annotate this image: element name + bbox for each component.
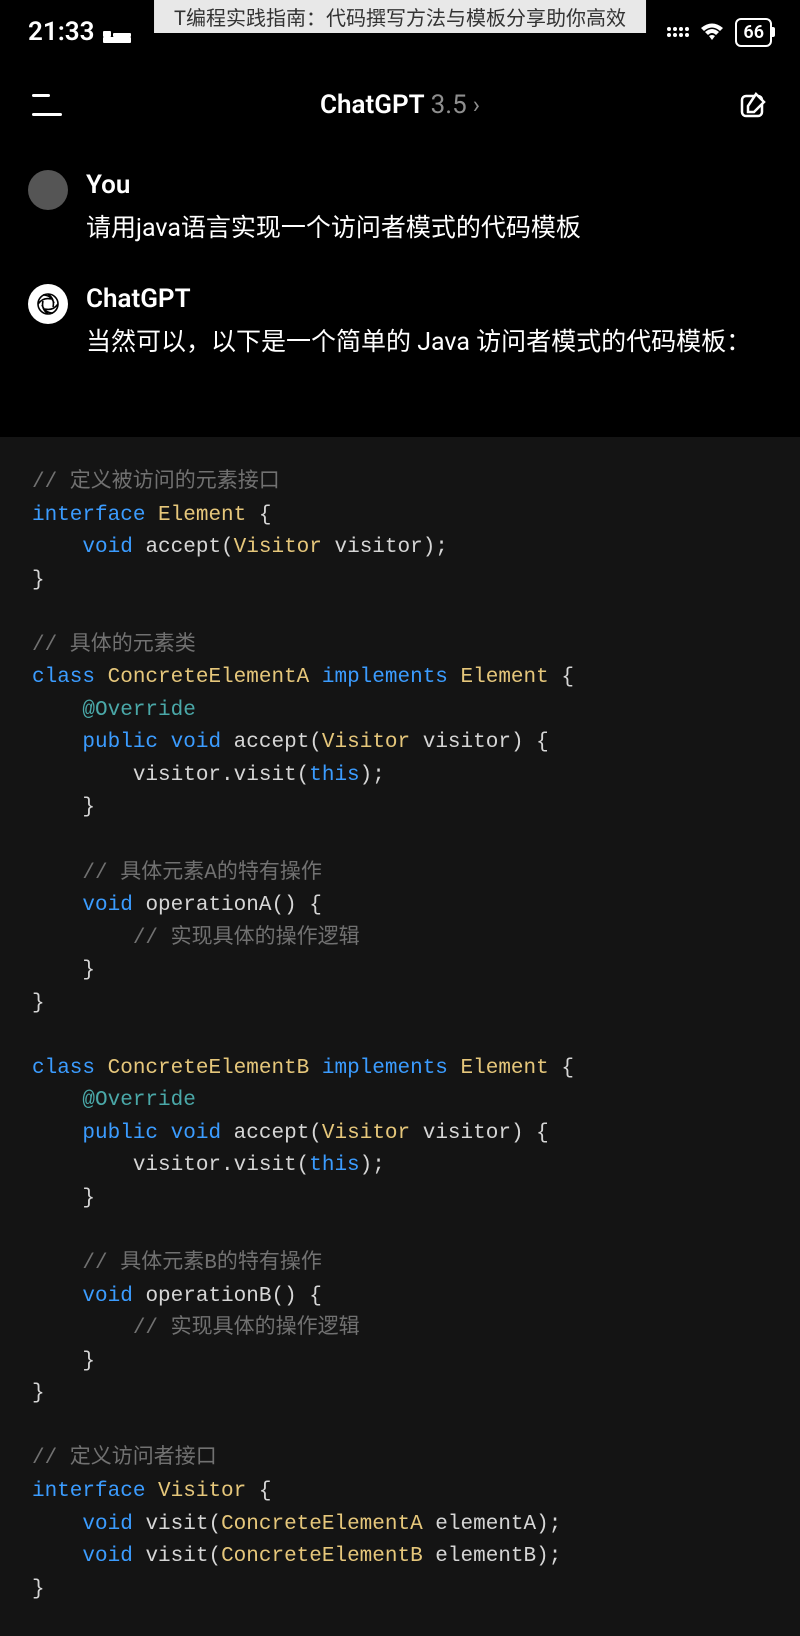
assistant-name: ChatGPT bbox=[86, 284, 772, 314]
assistant-text: 当然可以，以下是一个简单的 Java 访问者模式的代码模板： bbox=[86, 324, 772, 362]
user-text: 请用java语言实现一个访问者模式的代码模板 bbox=[86, 210, 772, 248]
assistant-avatar bbox=[28, 284, 68, 324]
code-block[interactable]: // 定义被访问的元素接口 interface Element { void a… bbox=[0, 437, 800, 1636]
assistant-message: ChatGPT 当然可以，以下是一个简单的 Java 访问者模式的代码模板： bbox=[28, 284, 772, 362]
status-time: 21:33 bbox=[28, 17, 95, 47]
user-avatar bbox=[28, 170, 68, 210]
top-banner: T编程实践指南：代码撰写方法与模板分享助你高效 bbox=[154, 0, 646, 33]
title-main: ChatGPT bbox=[320, 90, 425, 120]
bed-icon bbox=[103, 22, 131, 42]
wifi-icon bbox=[699, 22, 725, 42]
title-version: 3.5 bbox=[431, 90, 467, 120]
cellular-icon bbox=[667, 27, 689, 37]
user-message: You 请用java语言实现一个访问者模式的代码模板 bbox=[28, 170, 772, 248]
chevron-right-icon: › bbox=[473, 91, 480, 119]
model-selector[interactable]: ChatGPT 3.5 › bbox=[320, 90, 480, 120]
compose-icon[interactable] bbox=[738, 90, 768, 120]
app-header: ChatGPT 3.5 › bbox=[0, 60, 800, 150]
user-name: You bbox=[86, 170, 772, 200]
chat-area: You 请用java语言实现一个访问者模式的代码模板 ChatGPT 当然可以，… bbox=[0, 150, 800, 417]
openai-logo-icon bbox=[35, 291, 61, 317]
battery-indicator: 66 bbox=[735, 18, 772, 47]
menu-icon[interactable] bbox=[32, 94, 62, 116]
